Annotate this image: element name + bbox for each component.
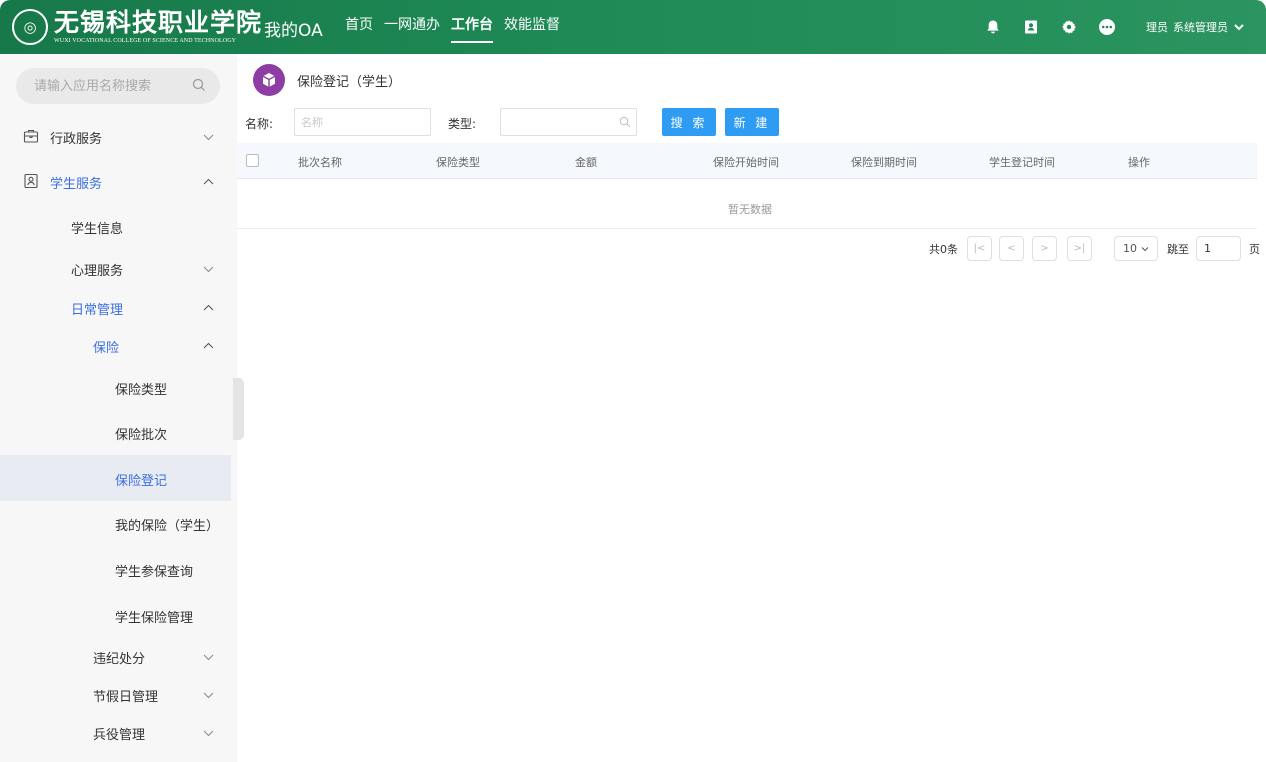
- table-divider: [237, 228, 1257, 229]
- column-header[interactable]: 操作: [1128, 154, 1150, 170]
- column-header[interactable]: 批次名称: [298, 154, 342, 170]
- prev-page-icon[interactable]: <: [999, 236, 1024, 261]
- total-count: 共0条: [929, 243, 958, 256]
- gear-icon[interactable]: [1056, 14, 1082, 40]
- user-name[interactable]: 系统管理员: [1173, 19, 1228, 35]
- sidebar-item-holiday-management[interactable]: 节假日管理: [0, 674, 231, 714]
- search-button[interactable]: 搜 索: [662, 108, 716, 136]
- chevron-up-icon: [203, 340, 214, 350]
- top-nav: 首页 一网通办 工作台 效能监督: [345, 15, 571, 43]
- sidebar-item-insurance[interactable]: 保险: [0, 325, 231, 365]
- next-page-icon[interactable]: >: [1032, 236, 1057, 261]
- chevron-down-icon[interactable]: [1234, 23, 1244, 31]
- jump-page-input[interactable]: [1196, 236, 1241, 261]
- main-content: 保险登记（学生） 名称: 类型: 搜 索 新 建 批次名称 保险类型 金额 保险…: [237, 54, 1266, 762]
- last-page-icon[interactable]: >|: [1067, 236, 1092, 261]
- sidebar-item-daily-management[interactable]: 日常管理: [0, 287, 231, 327]
- search-icon[interactable]: [192, 78, 206, 96]
- sidebar-item-psych-services[interactable]: 心理服务: [0, 248, 231, 288]
- name-filter-label: 名称:: [245, 117, 274, 131]
- sidebar-item-label: 行政服务: [50, 132, 103, 147]
- sidebar-item-label: 我的保险（学生）: [115, 519, 220, 534]
- sidebar-item-label: 学生保险管理: [115, 611, 194, 626]
- sidebar-item-label: 心理服务: [71, 264, 124, 279]
- sidebar-item-student-info[interactable]: 学生信息: [0, 206, 231, 246]
- school-logo[interactable]: ◎ 无锡科技职业学院 WUXI VOCATIONAL COLLEGE OF SC…: [12, 8, 262, 46]
- page-title: 保险登记（学生）: [297, 75, 402, 90]
- nav-home[interactable]: 首页: [345, 15, 373, 43]
- page-size-select[interactable]: 10: [1114, 236, 1158, 261]
- contacts-icon[interactable]: [1018, 14, 1044, 40]
- column-header[interactable]: 金额: [575, 154, 597, 170]
- top-header: ◎ 无锡科技职业学院 WUXI VOCATIONAL COLLEGE OF SC…: [0, 0, 1266, 54]
- sidebar-item-label: 保险类型: [115, 383, 168, 398]
- column-header[interactable]: 保险开始时间: [713, 154, 779, 170]
- sidebar-item-insurance-type[interactable]: 保险类型: [0, 367, 231, 407]
- sidebar-item-label: 日常管理: [71, 303, 124, 318]
- app-search-box: [16, 68, 220, 104]
- nav-efficiency[interactable]: 效能监督: [504, 15, 560, 43]
- sidebar-item-my-insurance[interactable]: 我的保险（学生）: [0, 503, 231, 543]
- search-icon: [619, 116, 631, 132]
- sidebar: 行政服务 学生服务 学生信息 心理服务 日常管理 保险: [0, 54, 237, 762]
- sidebar-item-student-services[interactable]: 学生服务: [0, 161, 231, 201]
- chevron-down-icon: [203, 689, 214, 699]
- type-filter-label: 类型:: [448, 117, 477, 131]
- sidebar-item-military-service[interactable]: 兵役管理: [0, 712, 231, 752]
- chevron-down-icon: [203, 651, 214, 661]
- more-icon[interactable]: [1094, 14, 1120, 40]
- sidebar-item-label: 节假日管理: [93, 690, 159, 705]
- user-role[interactable]: 理员: [1146, 19, 1168, 35]
- table-header: 批次名称 保险类型 金额 保险开始时间 保险到期时间 学生登记时间 操作: [237, 143, 1257, 179]
- bell-icon[interactable]: [980, 14, 1006, 40]
- briefcase-icon: [23, 128, 39, 144]
- sidebar-item-label: 保险: [93, 341, 120, 356]
- page-suffix: 页: [1249, 243, 1260, 256]
- type-filter-select[interactable]: [500, 108, 637, 136]
- sidebar-item-admin-services[interactable]: 行政服务: [0, 116, 231, 156]
- sidebar-item-label: 学生信息: [71, 222, 124, 237]
- student-card-icon: [23, 173, 39, 189]
- sidebar-item-label: 保险登记: [115, 474, 168, 489]
- school-seal-icon: ◎: [12, 9, 48, 45]
- new-button[interactable]: 新 建: [725, 108, 779, 136]
- chevron-down-icon: [203, 131, 214, 141]
- empty-state-text: 暂无数据: [728, 203, 772, 216]
- select-all-checkbox[interactable]: [246, 154, 259, 167]
- chevron-up-icon: [203, 302, 214, 312]
- sidebar-item-insurance-registration[interactable]: 保险登记: [0, 455, 231, 501]
- page-size-value: 10: [1123, 242, 1137, 255]
- chevron-up-icon: [203, 176, 214, 186]
- sidebar-item-insurance-management[interactable]: 学生保险管理: [0, 595, 231, 635]
- first-page-icon[interactable]: |<: [967, 236, 992, 261]
- app-search-input[interactable]: [34, 78, 184, 94]
- nav-workbench[interactable]: 工作台: [451, 15, 493, 43]
- school-name-cn: 无锡科技职业学院: [54, 8, 263, 37]
- sidebar-item-label: 学生服务: [50, 177, 103, 192]
- column-header[interactable]: 保险类型: [436, 154, 480, 170]
- name-filter-input[interactable]: [294, 108, 431, 136]
- sidebar-item-label: 学生参保查询: [115, 565, 194, 580]
- jump-label: 跳至: [1167, 243, 1189, 256]
- column-header[interactable]: 学生登记时间: [989, 154, 1055, 170]
- system-title[interactable]: 我的OA: [264, 16, 323, 41]
- sidebar-item-insurance-batch[interactable]: 保险批次: [0, 412, 231, 452]
- chevron-down-icon: [1141, 242, 1149, 255]
- package-icon: [253, 64, 285, 96]
- nav-one-stop[interactable]: 一网通办: [384, 15, 440, 43]
- sidebar-item-label: 保险批次: [115, 428, 168, 443]
- school-name-en: WUXI VOCATIONAL COLLEGE OF SCIENCE AND T…: [54, 38, 237, 44]
- column-header[interactable]: 保险到期时间: [851, 154, 917, 170]
- chevron-down-icon: [203, 727, 214, 737]
- sidebar-item-discipline[interactable]: 违纪处分: [0, 636, 231, 676]
- sidebar-item-label: 兵役管理: [93, 728, 146, 743]
- sidebar-item-label: 违纪处分: [93, 652, 146, 667]
- chevron-down-icon: [203, 263, 214, 273]
- sidebar-item-enrollment-query[interactable]: 学生参保查询: [0, 549, 231, 589]
